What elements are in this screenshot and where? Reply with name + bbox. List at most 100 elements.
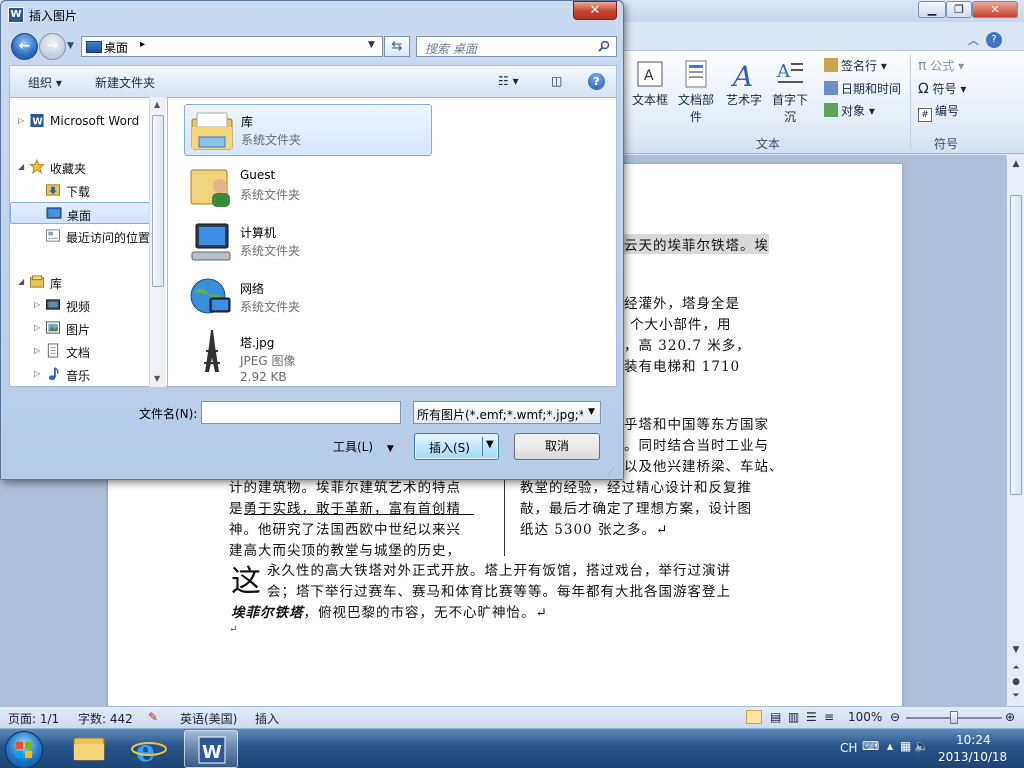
expand-arrow-icon[interactable]: ▷: [34, 323, 40, 332]
file-item[interactable]: Guest 系统文件夹: [184, 160, 432, 212]
clock-time[interactable]: 10:24: [956, 733, 991, 747]
ime-indicator[interactable]: CH: [840, 741, 857, 755]
proofing-icon[interactable]: ✎: [148, 710, 158, 724]
search-icon[interactable]: [598, 40, 610, 52]
address-bar[interactable]: 桌面 ▸ ▼: [81, 36, 383, 57]
language-status[interactable]: 英语(美国): [180, 710, 237, 727]
organize-button[interactable]: 组织 ▾: [28, 74, 62, 91]
draft-view-icon[interactable]: ≡: [824, 710, 834, 724]
nav-item[interactable]: ◢ 收藏夹: [10, 156, 150, 178]
textbox-button[interactable]: A 文本框: [628, 59, 672, 108]
nav-scroll-thumb[interactable]: [152, 115, 164, 287]
print-layout-view-icon[interactable]: [746, 710, 762, 724]
zoom-level[interactable]: 100%: [848, 710, 882, 724]
vertical-scrollbar[interactable]: ▲ ▼ ⏶ ● ⏷: [1006, 155, 1024, 706]
expand-arrow-icon[interactable]: ◢: [18, 162, 24, 171]
refresh-button[interactable]: ⇆: [384, 36, 410, 57]
taskbar-ie-button[interactable]: e: [122, 730, 176, 768]
taskbar-word-button[interactable]: W: [184, 730, 238, 768]
nav-item[interactable]: ▷ W Microsoft Word: [10, 110, 150, 132]
preview-pane-icon[interactable]: ◫: [551, 74, 562, 88]
browse-object-button[interactable]: ●: [1009, 675, 1023, 689]
scroll-down-icon[interactable]: ▼: [154, 374, 160, 383]
video-icon: [45, 299, 61, 310]
nav-scrollbar[interactable]: ▲ ▼: [149, 97, 166, 387]
nav-item[interactable]: 桌面: [10, 202, 150, 224]
view-options-icon[interactable]: ☷ ▾: [498, 74, 519, 88]
quickparts-button[interactable]: 文档部件: [674, 59, 718, 125]
expand-arrow-icon[interactable]: ◢: [18, 277, 24, 286]
dropcap-button[interactable]: A 首字下沉: [768, 59, 812, 125]
filename-input[interactable]: ▼: [201, 401, 595, 424]
file-item[interactable]: 库系统文件夹: [184, 104, 432, 156]
scroll-up-icon[interactable]: ▲: [154, 100, 160, 109]
svg-text:W: W: [32, 116, 43, 127]
resize-grip-icon[interactable]: ⋰: [607, 467, 615, 476]
wordart-button[interactable]: A 艺术字: [722, 59, 766, 108]
insert-mode-status[interactable]: 插入: [255, 710, 279, 727]
forward-button[interactable]: →: [39, 33, 66, 60]
nav-item[interactable]: ▷ 视频: [10, 294, 150, 316]
nav-item[interactable]: ▷ 音乐: [10, 363, 150, 385]
nav-item[interactable]: 下载: [10, 179, 150, 201]
zoom-knob[interactable]: [950, 711, 958, 724]
history-dropdown-icon[interactable]: ▼: [67, 41, 74, 51]
object-button[interactable]: 对象 ▾: [824, 102, 875, 119]
word-count[interactable]: 字数: 442: [78, 710, 133, 727]
file-item[interactable]: 塔.jpg JPEG 图像 2.92 KB: [184, 326, 432, 386]
web-layout-view-icon[interactable]: ▥: [788, 710, 799, 724]
search-input[interactable]: 搜索 桌面: [416, 36, 617, 57]
help-icon[interactable]: ?: [588, 73, 605, 90]
word-close-button[interactable]: ✕: [972, 1, 1018, 18]
clock-date[interactable]: 2013/10/18: [938, 750, 1007, 764]
signature-line-button[interactable]: 签名行 ▾: [824, 57, 887, 74]
datetime-button[interactable]: 日期和时间: [824, 80, 901, 97]
equation-button[interactable]: π 公式 ▾: [918, 57, 964, 74]
symbol-button[interactable]: Ω 符号 ▾: [918, 80, 966, 97]
expand-arrow-icon[interactable]: ▷: [34, 369, 40, 378]
nav-item[interactable]: 最近访问的位置: [10, 225, 150, 247]
start-button[interactable]: [5, 731, 43, 768]
zoom-in-button[interactable]: ⊕: [1005, 710, 1015, 724]
insert-dropdown-icon[interactable]: ▼: [486, 439, 494, 450]
file-type-dropdown-icon[interactable]: ▼: [588, 407, 595, 417]
outline-view-icon[interactable]: ☰: [806, 710, 817, 724]
breadcrumb-arrow-icon[interactable]: ▸: [140, 39, 145, 50]
new-folder-button[interactable]: 新建文件夹: [95, 74, 155, 91]
volume-icon[interactable]: 🔈: [914, 739, 929, 753]
nav-item[interactable]: ▷ 文档: [10, 340, 150, 362]
back-button[interactable]: ←: [11, 33, 38, 60]
file-type-value: 所有图片(*.emf;*.wmf;*.jpg;*.jp: [417, 408, 583, 422]
zoom-out-button[interactable]: ⊖: [890, 710, 900, 724]
expand-arrow-icon[interactable]: ▷: [34, 300, 40, 309]
ribbon-help-icon[interactable]: ?: [986, 32, 1002, 48]
scroll-up-button[interactable]: ▲: [1009, 157, 1023, 171]
next-page-button[interactable]: ⏷: [1009, 689, 1023, 703]
word-maximize-button[interactable]: ❐: [946, 1, 972, 18]
prev-page-button[interactable]: ⏶: [1009, 661, 1023, 675]
nav-item[interactable]: ▷ 图片: [10, 317, 150, 339]
scroll-thumb[interactable]: [1010, 195, 1022, 495]
address-dropdown-icon[interactable]: ▼: [368, 40, 375, 50]
word-minimize-button[interactable]: ▁: [918, 1, 946, 18]
ribbon-collapse-icon[interactable]: ︿: [968, 32, 979, 48]
tools-button[interactable]: 工具(L) ▼: [333, 438, 394, 455]
page-count[interactable]: 页面: 1/1: [8, 710, 59, 727]
file-type-select[interactable]: 所有图片(*.emf;*.wmf;*.jpg;*.jp ▼: [413, 401, 601, 424]
scroll-down-button[interactable]: ▼: [1009, 643, 1023, 657]
expand-arrow-icon[interactable]: ▷: [18, 116, 24, 125]
nav-item[interactable]: ◢ 库: [10, 271, 150, 293]
close-button[interactable]: ✕: [573, 1, 617, 20]
file-item[interactable]: 网络 系统文件夹: [184, 272, 432, 324]
address-location[interactable]: 桌面: [104, 39, 128, 56]
taskbar-explorer-button[interactable]: [62, 730, 116, 768]
keyboard-icon[interactable]: ⌨: [862, 739, 879, 753]
tray-arrow-icon[interactable]: ▴: [887, 739, 893, 753]
fullscreen-reading-view-icon[interactable]: ▤: [770, 710, 781, 724]
cancel-button[interactable]: 取消: [514, 433, 600, 460]
network-tray-icon[interactable]: ▦: [900, 739, 911, 753]
file-item[interactable]: 计算机 系统文件夹: [184, 216, 432, 268]
expand-arrow-icon[interactable]: ▷: [34, 346, 40, 355]
number-button[interactable]: # 编号: [918, 102, 959, 122]
insert-button[interactable]: 插入(S) ▼: [414, 433, 499, 460]
